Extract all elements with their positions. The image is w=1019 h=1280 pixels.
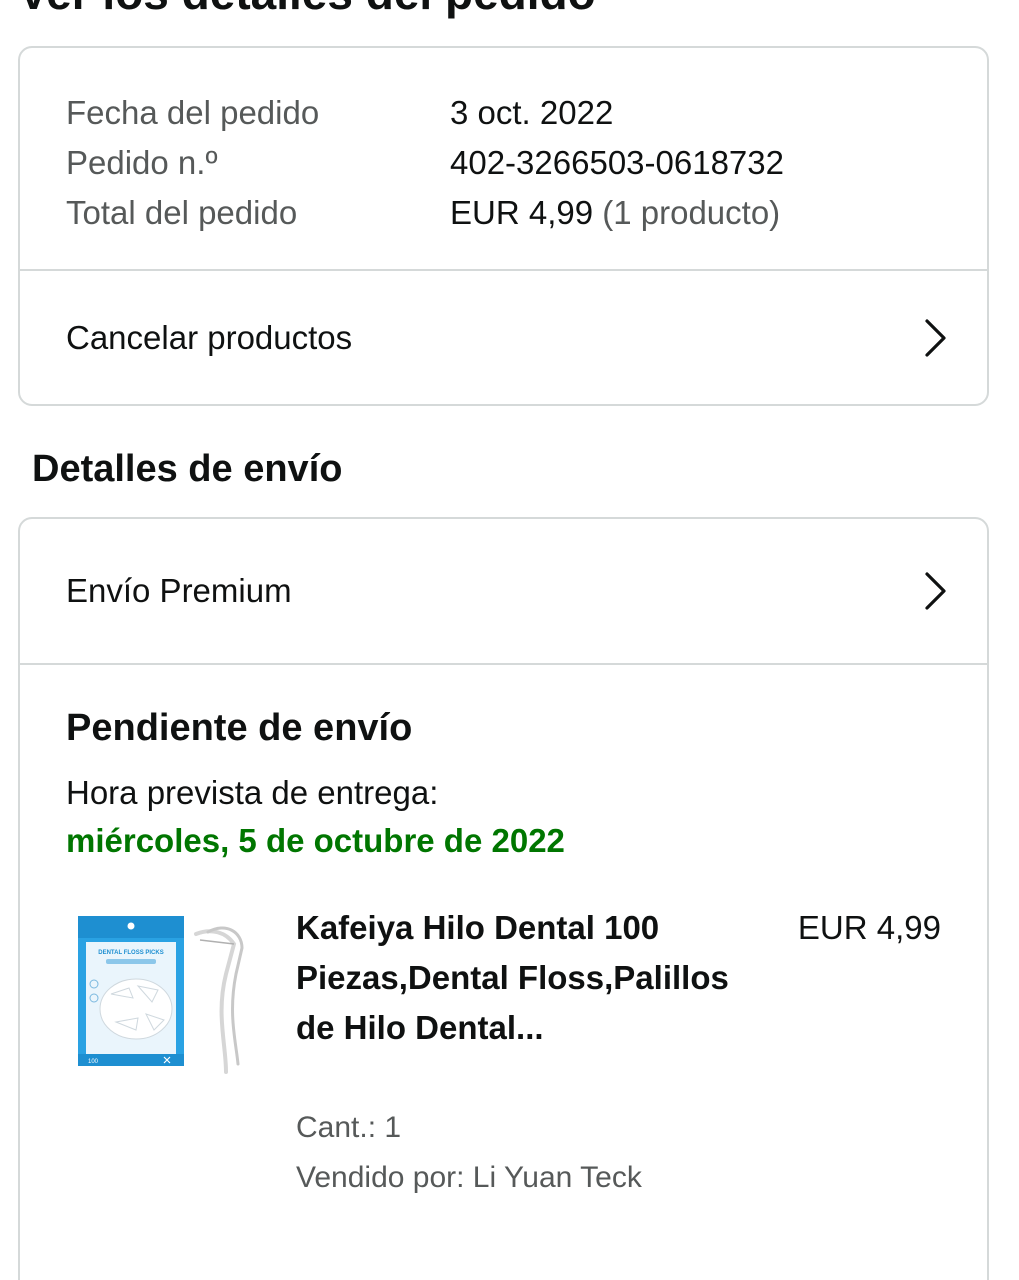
delivery-eta-date: miércoles, 5 de octubre de 2022 [66,822,565,859]
shipping-divider [20,663,987,665]
order-total-label: Total del pedido [66,194,298,231]
page-title: Ver los detalles del pedido [18,0,596,16]
shipping-card: Envío Premium Pendiente de envío Hora pr… [18,517,989,1280]
product-title-link[interactable]: Kafeiya Hilo Dental 100 Piezas,Dental Fl… [296,903,736,1053]
shipping-section-title: Detalles de envío [32,448,343,490]
product-price: EUR 4,99 [797,909,941,946]
order-date-row: Fecha del pedido 3 oct. 2022 [66,88,947,138]
package-count: 100 [88,1059,99,1065]
floss-package: DENTAL FLOSS PICKS 100 [78,916,184,1066]
order-number-label: Pedido n.º [66,144,218,181]
chevron-right-icon [925,572,946,610]
shipment-status: Pendiente de envío [66,707,413,749]
shipping-method-label: Envío Premium [66,572,292,609]
order-item-count: (1 producto) [602,194,781,231]
order-total-row: Total del pedido EUR 4,99 (1 producto) [66,188,947,238]
product-image[interactable]: DENTAL FLOSS PICKS 100 [76,914,246,1079]
chevron-right-icon [925,318,946,357]
order-total-value-group: EUR 4,99 (1 producto) [450,194,780,232]
order-number-row: Pedido n.º 402-3266503-0618732 [66,138,947,188]
product-seller: Vendido por: Li Yuan Teck [296,1161,642,1194]
package-label: DENTAL FLOSS PICKS [98,950,163,956]
shipping-method-button[interactable]: Envío Premium [20,519,987,663]
cancel-products-label: Cancelar productos [66,318,353,356]
order-summary-grid: Fecha del pedido 3 oct. 2022 Pedido n.º … [66,88,947,238]
product-quantity: Cant.: 1 [296,1111,402,1144]
order-total-value: EUR 4,99 [450,194,594,231]
order-details-page: Ver los detalles del pedido Fecha del pe… [0,0,1019,1280]
order-summary-card: Fecha del pedido 3 oct. 2022 Pedido n.º … [18,46,989,406]
cancel-products-button[interactable]: Cancelar productos [20,271,987,404]
delivery-eta-label: Hora prevista de entrega: [66,774,439,811]
order-number-value: 402-3266503-0618732 [450,144,784,181]
order-date-label: Fecha del pedido [66,94,320,131]
order-date-value: 3 oct. 2022 [450,94,614,131]
floss-pick-icon [194,926,244,1074]
